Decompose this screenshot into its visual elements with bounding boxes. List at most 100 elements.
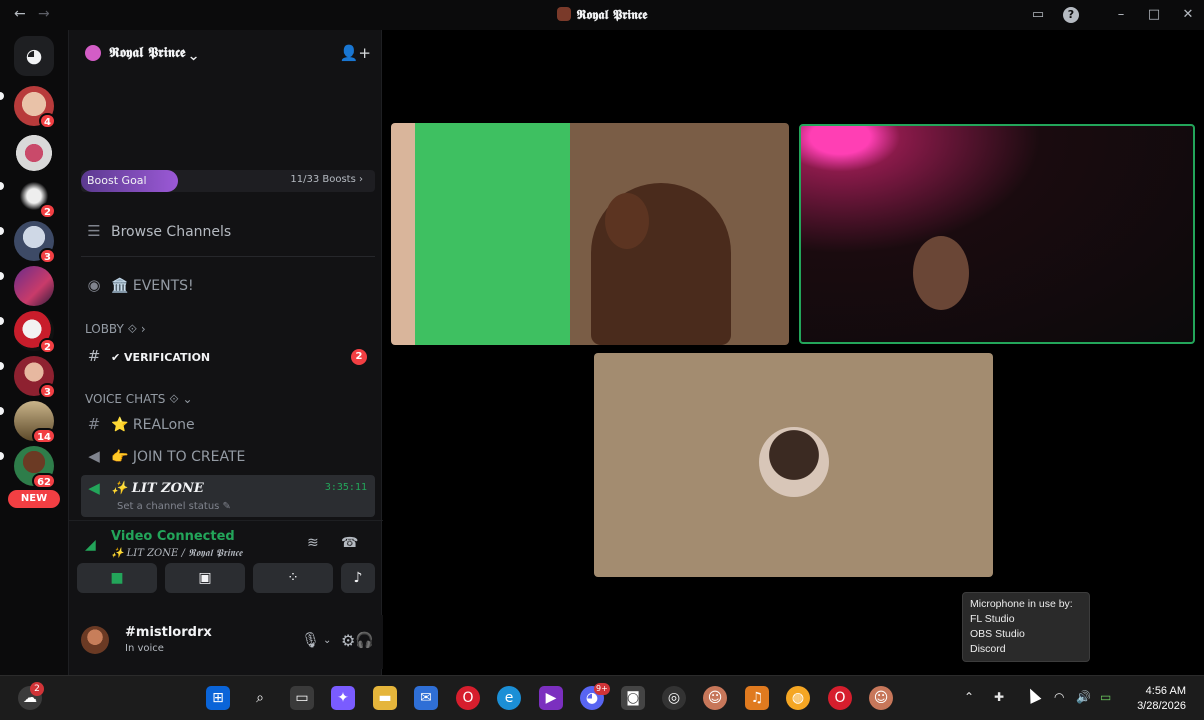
clock-time: 4:56 AM <box>1145 685 1186 697</box>
channel-lit-zone[interactable]: ◀ ✨ LIT ZONE 3:35:11 Set a channel statu… <box>81 475 375 517</box>
server-icon[interactable]: 3 <box>14 221 56 264</box>
windows-taskbar: ☁ 2 ⊞ ⌕ ▭ ✦ ▬ ✉ O e ▶ ◕ 9+ ◙ ◎ ☺ ♫ ◍ O ☺… <box>0 675 1204 720</box>
mention-badge: 14 <box>32 428 56 444</box>
wifi-icon[interactable]: ◠ <box>1054 690 1064 704</box>
invite-people-icon[interactable]: 👤+ <box>340 44 371 62</box>
user-panel: #mistlordrx In voice 🎙 ⌄ 🎧 ⚙ <box>69 615 383 669</box>
mail-icon[interactable]: ✉ <box>414 686 438 710</box>
video-tile[interactable] <box>391 123 789 345</box>
server-name[interactable]: 𝕽𝖔𝖞𝖆𝖑 𝕻𝖗𝖎𝖓𝖈𝖊 ⌄ <box>109 45 197 61</box>
channel-status-prompt[interactable]: Set a channel status ✎ <box>117 501 231 512</box>
copilot-icon[interactable]: ✦ <box>331 686 355 710</box>
server-icon[interactable]: 2 <box>14 176 56 219</box>
avatar[interactable] <box>81 626 109 654</box>
voice-location[interactable]: ✨ LIT ZONE / 𝕽𝖔𝖞𝖆𝖑 𝕻𝖗𝖎𝖓𝖈𝖊 <box>111 548 242 559</box>
search-icon[interactable]: ⌕ <box>248 686 272 710</box>
fl-studio-icon[interactable]: ♫ <box>745 686 769 710</box>
user-status: In voice <box>125 643 164 654</box>
opera-gx-icon[interactable]: O <box>828 686 852 710</box>
headset-icon[interactable]: 🎧 <box>355 631 374 649</box>
start-icon[interactable]: ⊞ <box>206 686 230 710</box>
new-unreads-pill[interactable]: NEW <box>8 490 60 508</box>
disconnect-icon[interactable]: ☎ <box>341 535 358 551</box>
file-explorer-icon[interactable]: ▬ <box>373 686 397 710</box>
opera-icon[interactable]: O <box>456 686 480 710</box>
voice-connection-panel: ◢ Video Connected ✨ LIT ZONE / 𝕽𝖔𝖞𝖆𝖑 𝕻𝖗𝖎… <box>69 520 383 608</box>
battery-icon[interactable]: ▭ <box>1100 690 1111 704</box>
browse-channels-label: Browse Channels <box>111 224 232 240</box>
camera-button[interactable]: ■ <box>77 563 157 593</box>
soundboard-button[interactable]: ♪ <box>341 563 375 593</box>
camera-app-icon[interactable]: ◙ <box>621 686 645 710</box>
unread-pip <box>0 452 4 460</box>
channel-label: ⭐ REALone <box>111 417 195 433</box>
activities-button[interactable]: ⁘ <box>253 563 333 593</box>
channel-verification[interactable]: # ✔ VERIFICATION 2 <box>81 343 375 371</box>
edge-icon[interactable]: e <box>497 686 521 710</box>
screen-share-button[interactable]: ▣ <box>165 563 245 593</box>
speaker-icon: ◀ <box>88 447 100 465</box>
mention-badge: 4 <box>39 113 56 129</box>
channel-join-to-create[interactable]: ◀ 👉 JOIN TO CREATE <box>81 443 375 471</box>
show-hidden-icons-chevron-icon[interactable]: ⌃ <box>964 690 974 704</box>
server-header[interactable]: 𝕽𝖔𝖞𝖆𝖑 𝕻𝖗𝖎𝖓𝖈𝖊 ⌄ 👤+ <box>69 30 383 78</box>
mention-badge: 3 <box>39 248 56 264</box>
chrome-icon[interactable]: ◍ <box>786 686 810 710</box>
unread-pip <box>0 407 4 415</box>
unread-pip <box>0 92 4 100</box>
clock-date: 3/28/2026 <box>1137 700 1186 712</box>
category-lobby[interactable]: LOBBY ⟐ › <box>85 322 146 337</box>
boost-goal-bar[interactable]: Boost Goal 11/33 Boosts › <box>81 170 375 192</box>
server-icon[interactable]: 14 <box>14 401 56 444</box>
discord-home-icon[interactable]: ◕ <box>14 36 54 76</box>
signal-icon[interactable]: ◢ <box>85 537 101 553</box>
task-view-icon[interactable]: ▭ <box>290 686 314 710</box>
minimize-icon[interactable]: – <box>1113 7 1129 23</box>
hashtag-icon: # <box>87 347 101 365</box>
noise-suppression-icon[interactable]: ≋ <box>307 535 319 551</box>
unread-pip <box>0 317 4 325</box>
clipchamp-icon[interactable]: ▶ <box>539 686 563 710</box>
participant-video <box>913 236 969 310</box>
app-avatar-icon[interactable]: ☺ <box>869 686 893 710</box>
participant-avatar <box>759 427 829 497</box>
app-avatar-icon[interactable]: ☺ <box>703 686 727 710</box>
unread-pip <box>0 272 4 280</box>
channel-events[interactable]: ◉ 🏛️ EVENTS! <box>81 272 375 300</box>
chevron-down-icon[interactable]: ⌄ <box>323 635 331 646</box>
channel-label: 👉 JOIN TO CREATE <box>111 449 246 465</box>
help-icon[interactable]: ? <box>1063 7 1079 23</box>
server-icon[interactable] <box>14 266 54 306</box>
server-icon[interactable]: 2 <box>14 311 56 354</box>
maximize-icon[interactable]: □ <box>1146 7 1162 23</box>
server-icon[interactable]: 4 <box>14 86 56 129</box>
avatar-tile[interactable] <box>594 353 993 577</box>
microphone-icon[interactable]: 🎙 <box>301 631 320 649</box>
inbox-icon[interactable]: ▭ <box>1030 7 1046 23</box>
settings-gear-icon[interactable]: ⚙ <box>341 631 355 650</box>
unread-pip <box>0 227 4 235</box>
tooltip-line: Discord <box>970 643 1006 655</box>
server-icon[interactable] <box>14 131 54 171</box>
obs-icon[interactable]: ◎ <box>662 686 686 710</box>
close-icon[interactable]: ✕ <box>1180 7 1196 23</box>
video-tile-speaking[interactable] <box>799 124 1195 344</box>
tooltip-line: FL Studio <box>970 613 1015 625</box>
username[interactable]: #mistlordrx <box>125 625 212 640</box>
participant-head <box>605 193 649 249</box>
channel-realone[interactable]: # ⭐ REALone <box>81 411 375 439</box>
hashtag-icon: # <box>87 415 101 433</box>
server-rail: ◕ 4 2 3 2 3 14 62 NEW <box>0 30 68 675</box>
tray-app-icon[interactable]: ✚ <box>994 690 1004 704</box>
voice-status[interactable]: Video Connected <box>111 529 235 544</box>
mention-badge: 2 <box>39 203 56 219</box>
boost-goal-label: Boost Goal <box>87 174 147 187</box>
category-voice-chats[interactable]: VOICE CHATS ⟐ ⌄ <box>85 392 193 407</box>
system-clock[interactable]: 4:56 AM 3/28/2026 <box>1137 684 1186 714</box>
volume-icon[interactable]: 🔊 <box>1076 690 1091 704</box>
server-icon[interactable]: 3 <box>14 356 56 399</box>
browse-channels[interactable]: ☰ Browse Channels <box>81 218 375 246</box>
window-title-text: 𝕽𝖔𝖞𝖆𝖑 𝕻𝖗𝖎𝖓𝖈𝖊 <box>576 8 648 23</box>
server-icon[interactable]: 62 <box>14 446 56 489</box>
browse-list-icon: ☰ <box>87 222 101 240</box>
